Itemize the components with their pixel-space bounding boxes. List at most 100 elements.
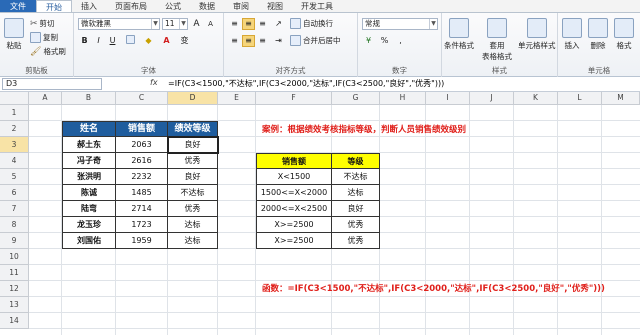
cell-sales[interactable]: 1485 xyxy=(116,185,168,201)
align-top-button[interactable]: ≡ xyxy=(228,18,241,30)
row-header[interactable]: 1 xyxy=(0,105,29,121)
column-header-l[interactable]: L xyxy=(558,92,602,105)
tab-data[interactable]: 数据 xyxy=(190,0,224,12)
row-header[interactable]: 3 xyxy=(0,137,29,153)
tab-home[interactable]: 开始 xyxy=(36,0,72,12)
align-left-button[interactable]: ≡ xyxy=(228,35,241,47)
criteria-range[interactable]: 1500<=X<2000 xyxy=(256,185,332,201)
shrink-font-button[interactable]: A xyxy=(204,18,217,30)
bold-button[interactable]: B xyxy=(78,35,91,47)
tab-developer[interactable]: 开发工具 xyxy=(292,0,342,12)
cell-sales[interactable]: 2063 xyxy=(116,137,168,153)
currency-button[interactable]: ¥ xyxy=(362,35,375,47)
underline-button[interactable]: U xyxy=(106,35,119,47)
criteria-range[interactable]: 2000<=X<2500 xyxy=(256,201,332,217)
column-header-a[interactable]: A xyxy=(29,92,62,105)
align-right-button[interactable]: ≡ xyxy=(256,35,269,47)
criteria-grade[interactable]: 良好 xyxy=(332,201,380,217)
column-header-d[interactable]: D xyxy=(168,92,218,105)
column-header-h[interactable]: H xyxy=(380,92,426,105)
row-header[interactable]: 14 xyxy=(0,313,29,329)
cell-grade[interactable]: 达标 xyxy=(168,233,218,249)
cell-grade[interactable]: 优秀 xyxy=(168,201,218,217)
cell-grade[interactable]: 达标 xyxy=(168,217,218,233)
cell-name[interactable]: 郝土东 xyxy=(62,137,116,153)
delete-cells-button[interactable]: 删除 xyxy=(588,18,608,51)
criteria-range[interactable]: X>=2500 xyxy=(256,217,332,233)
align-middle-button[interactable]: ≡ xyxy=(242,18,255,30)
font-color-button[interactable]: A xyxy=(160,35,173,47)
cell-name[interactable]: 陆弯 xyxy=(62,201,116,217)
merge-center-button[interactable]: 合并后居中 xyxy=(290,35,341,46)
align-center-button[interactable]: ≡ xyxy=(242,35,255,47)
cell-grade[interactable]: 不达标 xyxy=(168,185,218,201)
column-header-b[interactable]: B xyxy=(62,92,116,105)
cell-grade-selected[interactable]: 良好 xyxy=(167,136,219,154)
number-format-select[interactable]: 常规 ▼ xyxy=(362,18,438,30)
row-header[interactable]: 13 xyxy=(0,297,29,313)
tab-formulas[interactable]: 公式 xyxy=(156,0,190,12)
formula-input[interactable]: =IF(C3<1500,"不达标",IF(C3<2000,"达标",IF(C3<… xyxy=(168,78,638,90)
copy-button[interactable]: 复制 xyxy=(30,32,58,43)
cell-name[interactable]: 龙玉珍 xyxy=(62,217,116,233)
cell-sales[interactable]: 2232 xyxy=(116,169,168,185)
grow-font-button[interactable]: A xyxy=(190,18,203,30)
criteria-range[interactable]: X<1500 xyxy=(256,169,332,185)
tab-file[interactable]: 文件 xyxy=(0,0,36,12)
column-header-j[interactable]: J xyxy=(470,92,514,105)
orientation-button[interactable]: ↗ xyxy=(272,18,285,30)
comma-button[interactable]: , xyxy=(394,35,407,47)
criteria-grade[interactable]: 达标 xyxy=(332,185,380,201)
select-all-corner[interactable] xyxy=(0,92,29,105)
format-cells-button[interactable]: 格式 xyxy=(614,18,634,51)
cell-name[interactable]: 冯子奇 xyxy=(62,153,116,169)
column-header-m[interactable]: M xyxy=(602,92,640,105)
criteria-grade[interactable]: 优秀 xyxy=(332,217,380,233)
wrap-text-button[interactable]: 自动换行 xyxy=(290,18,333,29)
font-name-select[interactable]: 微软雅黑 ▼ xyxy=(78,18,160,30)
tab-view[interactable]: 视图 xyxy=(258,0,292,12)
phonetic-button[interactable]: 变 xyxy=(178,35,191,47)
row-header[interactable]: 12 xyxy=(0,281,29,297)
format-as-table-button[interactable]: 套用 表格格式 xyxy=(482,18,512,62)
row-header[interactable]: 4 xyxy=(0,153,29,169)
header-sales[interactable]: 销售额 xyxy=(116,121,168,137)
italic-button[interactable]: I xyxy=(92,35,105,47)
row-header[interactable]: 9 xyxy=(0,233,29,249)
row-header[interactable]: 5 xyxy=(0,169,29,185)
conditional-format-button[interactable]: 条件格式 xyxy=(444,18,474,51)
criteria-range[interactable]: X>=2500 xyxy=(256,233,332,249)
cell-name[interactable]: 刘国佑 xyxy=(62,233,116,249)
criteria-header-sales[interactable]: 销售额 xyxy=(256,153,332,169)
format-painter-button[interactable]: 🖌 格式刷 xyxy=(30,46,66,57)
fill-color-button[interactable]: ◆ xyxy=(142,35,155,47)
indent-button[interactable]: ⇥ xyxy=(272,35,285,47)
column-header-g[interactable]: G xyxy=(332,92,380,105)
header-name[interactable]: 姓名 xyxy=(62,121,116,137)
paste-button[interactable]: 粘贴 xyxy=(4,18,24,51)
tab-insert[interactable]: 插入 xyxy=(72,0,106,12)
tab-review[interactable]: 审阅 xyxy=(224,0,258,12)
name-box[interactable]: D3 xyxy=(2,78,102,90)
row-header[interactable]: 6 xyxy=(0,185,29,201)
row-header[interactable]: 10 xyxy=(0,249,29,265)
row-header[interactable]: 2 xyxy=(0,121,29,137)
cell-name[interactable]: 张洪明 xyxy=(62,169,116,185)
border-button[interactable] xyxy=(124,35,137,47)
column-header-i[interactable]: I xyxy=(426,92,470,105)
row-header[interactable]: 7 xyxy=(0,201,29,217)
fx-icon[interactable]: fx xyxy=(150,78,158,87)
insert-cells-button[interactable]: 插入 xyxy=(562,18,582,51)
column-header-k[interactable]: K xyxy=(514,92,558,105)
cell-sales[interactable]: 1959 xyxy=(116,233,168,249)
column-header-f[interactable]: F xyxy=(256,92,332,105)
criteria-grade[interactable]: 优秀 xyxy=(332,233,380,249)
row-header[interactable]: 8 xyxy=(0,217,29,233)
percent-button[interactable]: % xyxy=(378,35,391,47)
column-header-e[interactable]: E xyxy=(218,92,256,105)
row-header[interactable]: 11 xyxy=(0,265,29,281)
cell-sales[interactable]: 1723 xyxy=(116,217,168,233)
cell-grade[interactable]: 优秀 xyxy=(168,153,218,169)
font-size-select[interactable]: 11 ▼ xyxy=(162,18,188,30)
column-header-c[interactable]: C xyxy=(116,92,168,105)
